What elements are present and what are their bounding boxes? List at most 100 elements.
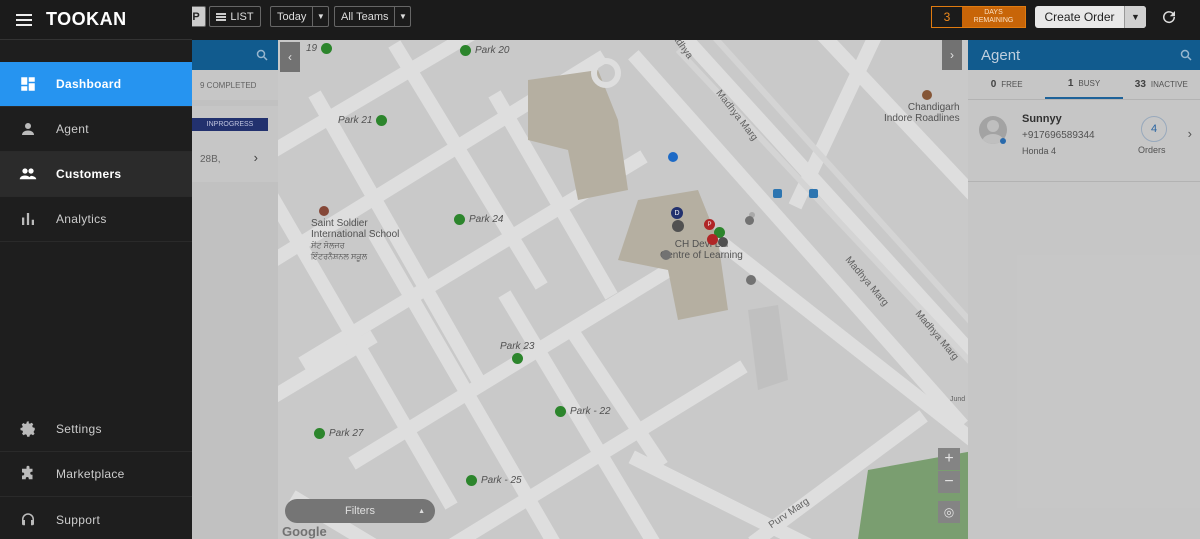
bar-chart-icon <box>0 210 56 228</box>
map-place-school[interactable]: Saint Soldier International School ਸੇਂਟ … <box>311 206 399 262</box>
tab-free[interactable]: 0 FREE <box>968 70 1045 99</box>
sidebar-item-dashboard[interactable]: Dashboard <box>0 62 192 107</box>
locate-icon[interactable]: ◎ <box>938 501 960 523</box>
filters-button[interactable]: Filters ▲ <box>285 499 435 523</box>
sidebar-item-label: Support <box>56 512 101 527</box>
date-filter-value: Today <box>277 10 307 23</box>
sidebar-item-label: Settings <box>56 422 102 436</box>
trial-days-badge[interactable]: 3 DAYS REMAINING <box>931 6 1026 28</box>
agent-panel-header: Agent <box>968 40 1200 70</box>
agent-panel-title: Agent <box>981 46 1021 64</box>
delivery-marker-icon[interactable]: D <box>671 207 683 219</box>
school-marker-icon <box>319 206 329 216</box>
pickup-marker-icon[interactable] <box>707 234 718 245</box>
sidebar-item-analytics[interactable]: Analytics <box>0 197 192 242</box>
sidebar-item-agent[interactable]: Agent <box>0 107 192 152</box>
collapse-left-panel-button[interactable]: ‹ <box>280 42 300 72</box>
people-icon <box>0 165 56 183</box>
list-view-button[interactable]: LIST <box>209 6 261 27</box>
park-marker-icon <box>454 214 465 225</box>
date-filter-select[interactable]: Today ▼ <box>270 6 330 27</box>
dashboard-icon <box>0 75 56 93</box>
refresh-icon[interactable] <box>1160 8 1178 26</box>
chevron-right-icon[interactable]: › <box>254 150 258 165</box>
task-address: 28B, <box>200 154 221 165</box>
map-place-college[interactable]: CH Devi Lal Centre of Learning <box>660 239 743 261</box>
zoom-in-button[interactable]: + <box>938 448 960 470</box>
sidebar-item-label: Customers <box>56 167 122 181</box>
agent-list-item[interactable]: Sunnyy +917696589344 Honda 4 4 Orders › <box>968 100 1200 182</box>
person-icon <box>0 120 56 138</box>
caret-down-icon: ▼ <box>394 7 410 26</box>
task-panel: 9 COMPLETED INPROGRESS 28B, › <box>192 40 278 539</box>
task-cluster-marker[interactable] <box>745 216 754 225</box>
agent-location-marker[interactable] <box>668 152 678 162</box>
sidebar-item-customers[interactable]: Customers <box>0 152 192 197</box>
agent-vehicle: Honda 4 <box>1022 146 1057 156</box>
list-icon <box>216 12 227 21</box>
list-view-label: LIST <box>230 10 254 23</box>
sidebar-item-label: Marketplace <box>56 467 125 481</box>
map-place-19[interactable]: 19 <box>306 43 333 54</box>
tab-busy[interactable]: 1 BUSY <box>1045 70 1123 99</box>
task-tab-completed-label: 9 COMPLETED <box>200 80 257 90</box>
trial-days-text: DAYS REMAINING <box>962 7 1025 27</box>
menu-icon[interactable] <box>16 13 32 26</box>
sidebar-item-label: Analytics <box>56 212 107 226</box>
team-filter-value: All Teams <box>341 10 389 23</box>
sidebar-item-label: Dashboard <box>56 77 122 91</box>
search-icon[interactable] <box>1180 49 1192 61</box>
map-place-park-25[interactable]: Park - 25 <box>466 475 522 486</box>
sidebar-item-settings[interactable]: Settings <box>0 407 192 452</box>
trial-days-count: 3 <box>943 10 951 24</box>
map-place-park-20[interactable]: Park 20 <box>460 45 509 56</box>
create-order-label: Create Order <box>1044 10 1115 24</box>
team-filter-select[interactable]: All Teams ▼ <box>334 6 412 27</box>
road-label: Jund <box>950 396 966 403</box>
park-marker-icon <box>314 428 325 439</box>
task-card[interactable]: INPROGRESS 28B, › <box>192 106 278 182</box>
park-marker-icon <box>321 43 333 54</box>
map-place-park-22[interactable]: Park - 22 <box>555 406 611 417</box>
sidebar-item-label: Agent <box>56 122 89 136</box>
task-cluster-marker[interactable] <box>718 237 728 247</box>
map-place-park-21[interactable]: Park 21 <box>338 115 388 126</box>
map-place-park-24[interactable]: Park 24 <box>454 214 503 225</box>
task-tab-completed[interactable]: 9 COMPLETED <box>192 70 278 100</box>
zoom-out-button[interactable]: − <box>938 471 960 493</box>
bus-stop-icon[interactable] <box>773 189 782 198</box>
task-cluster-marker[interactable] <box>672 220 684 232</box>
task-cluster-marker[interactable] <box>661 250 671 260</box>
agent-status-tabs: 0 FREE 1 BUSY 33 INACTIVE <box>968 70 1200 100</box>
park-marker-icon <box>466 475 477 486</box>
map-place-park-27[interactable]: Park 27 <box>314 428 363 439</box>
agent-panel: Agent 0 FREE 1 BUSY 33 INACTIVE Sunnyy +917… <box>968 40 1200 539</box>
park-marker-icon <box>511 353 523 364</box>
headset-icon <box>0 511 56 529</box>
bus-stop-icon[interactable] <box>809 189 818 198</box>
map-place-park-23[interactable]: Park 23 <box>500 341 534 364</box>
task-cluster-marker[interactable] <box>746 275 756 285</box>
park-marker-icon <box>555 406 566 417</box>
map-place-restaurant[interactable]: Chandigarh Indore Roadlines <box>884 90 960 124</box>
sidebar: TOOKAN Dashboard Agent Customers Analyti… <box>0 0 192 539</box>
sidebar-item-support[interactable]: Support <box>0 497 192 539</box>
puzzle-icon <box>0 465 56 483</box>
collapse-right-panel-button[interactable]: › <box>942 40 962 70</box>
agent-phone: +917696589344 <box>1022 130 1095 141</box>
tab-inactive[interactable]: 33 INACTIVE <box>1123 70 1200 99</box>
sidebar-item-marketplace[interactable]: Marketplace <box>0 452 192 497</box>
caret-down-icon[interactable]: ▼ <box>1124 6 1146 28</box>
park-marker-icon <box>460 45 471 56</box>
search-icon[interactable] <box>256 49 268 61</box>
map-view[interactable]: 19 Park 20 Park 21 Park 24 Park 23 Park … <box>278 40 968 539</box>
filters-label: Filters <box>345 505 375 517</box>
pickup-marker-icon[interactable]: P <box>704 219 715 230</box>
status-badge: INPROGRESS <box>192 118 268 131</box>
caret-up-icon: ▲ <box>418 507 425 515</box>
chevron-right-icon[interactable]: › <box>1188 126 1192 141</box>
app-logo: TOOKAN <box>46 9 127 29</box>
status-dot <box>1000 138 1006 144</box>
create-order-button[interactable]: Create Order ▼ <box>1035 6 1146 28</box>
task-panel-header <box>192 40 278 70</box>
